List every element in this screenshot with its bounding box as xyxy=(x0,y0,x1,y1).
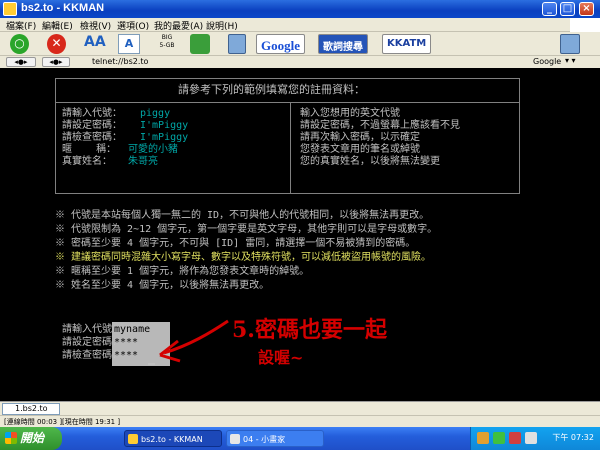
example-value: I'mPiggy xyxy=(140,132,189,143)
menu-file[interactable]: 檔案(F) xyxy=(6,19,36,32)
note-line: ※ 代號是本站每個人獨一無二的 ID，不可與他人的代號相同，以後將無法再更改。 xyxy=(55,210,430,221)
start-button[interactable]: 開始 xyxy=(0,427,62,450)
windows-flag-icon xyxy=(5,432,17,444)
window-title: bs2.to - KKMAN xyxy=(21,2,105,14)
title-bar[interactable]: bs2.to - KKMAN _ □ × xyxy=(0,0,600,18)
frame-column-divider xyxy=(290,102,291,194)
example-desc: 請設定密碼，不過螢幕上應該看不見 xyxy=(300,120,460,131)
example-label: 真實姓名： xyxy=(62,156,112,167)
example-value: piggy xyxy=(140,108,171,119)
task-label: 04 - 小畫家 xyxy=(243,435,286,444)
example-desc: 請再次輸入密碼，以示確定 xyxy=(300,132,420,143)
form-label: 請設定密碼： xyxy=(62,337,122,348)
task-label: bs2.to - KKMAN xyxy=(141,435,203,444)
annotation-text: 5.密碼也要一起 xyxy=(232,317,387,343)
note-line: ※ 暱稱至少要 1 個字元，將作為您發表文章時的綽號。 xyxy=(55,266,310,277)
menu-edit[interactable]: 編輯(E) xyxy=(42,19,73,32)
kkman-box-icon xyxy=(560,34,580,54)
stop-icon[interactable]: ✕ xyxy=(47,34,66,54)
start-label: 開始 xyxy=(20,431,45,445)
tray-icon[interactable] xyxy=(477,432,489,444)
example-value: I'mPiggy xyxy=(140,120,189,131)
system-tray: 下午 07:32 xyxy=(470,427,600,450)
note-line: ※ 密碼至少要 4 個字元，不可與 [ID] 雷同，請選擇一個不易被猜到的密碼。 xyxy=(55,238,416,249)
menu-options[interactable]: 選項(O) xyxy=(117,19,149,32)
annotation-text: 設喔~ xyxy=(258,348,304,367)
password-input[interactable]: **** xyxy=(114,337,138,349)
menu-favorites[interactable]: 我的最愛(A) xyxy=(154,19,203,32)
example-desc: 輸入您想用的英文代號 xyxy=(300,108,400,119)
big5-gb-icon[interactable]: BIG 5-GB xyxy=(155,34,179,54)
url-field[interactable]: telnet://bs2.to xyxy=(92,57,148,66)
search-engine-label[interactable]: Google xyxy=(533,57,561,66)
search-dropdown-icon[interactable]: ▾ ▾ xyxy=(565,56,576,65)
volume-icon[interactable] xyxy=(525,432,537,444)
lyrics-search-button[interactable]: 歌詞搜尋 xyxy=(318,34,368,54)
note-line: ※ 代號限制為 2~12 個字元，第一個字要是英文字母，其他字則可以是字母或數字… xyxy=(55,224,438,235)
nav-mini-button[interactable]: ◂●▸ xyxy=(6,57,36,67)
taskbar-item-paint[interactable]: 04 - 小畫家 xyxy=(226,430,324,447)
taskbar: 開始 bs2.to - KKMAN 04 - 小畫家 下午 07:32 xyxy=(0,427,600,450)
address-bar: ◂●▸ ◂●▸ telnet://bs2.to Google ▾ ▾ xyxy=(0,56,600,68)
menu-bar: 檔案(F) 編輯(E) 檢視(V) 選項(O) 我的最愛(A) 說明(H) xyxy=(0,18,600,32)
google-button[interactable]: Google xyxy=(256,34,305,54)
tab-strip: 1.bs2.to xyxy=(0,401,600,415)
example-label: 暱 稱： xyxy=(62,144,117,155)
current-time: [現在時間 19:31 ] xyxy=(62,418,121,426)
form-label: 請輸入代號： xyxy=(62,324,122,335)
status-bar: [連線時間 00:03 ] [現在時間 19:31 ] xyxy=(0,415,600,427)
example-label: 請設定密碼： xyxy=(62,120,122,131)
tab-label: 1.bs2.to xyxy=(15,404,48,413)
connect-time: [連線時間 00:03 ] xyxy=(4,418,63,426)
kkman-icon xyxy=(128,434,138,444)
frame-divider xyxy=(55,102,520,103)
menu-view[interactable]: 檢視(V) xyxy=(80,19,111,32)
puzzle-icon[interactable] xyxy=(190,34,210,54)
tab-bs2[interactable]: 1.bs2.to xyxy=(2,403,60,415)
example-desc: 您發表文章用的筆名或綽號 xyxy=(300,144,420,155)
maximize-button[interactable]: □ xyxy=(560,2,575,16)
example-label: 請檢查密碼： xyxy=(62,132,122,143)
example-value: 可愛的小豬 xyxy=(128,144,178,155)
font-icon[interactable]: A xyxy=(118,34,140,54)
tray-icon[interactable] xyxy=(493,432,505,444)
username-input[interactable]: myname xyxy=(114,324,150,336)
note-line-highlight: ※ 建議密碼同時混雜大小寫字母、數字以及特殊符號，可以減低被盜用帳號的風險。 xyxy=(55,252,432,263)
tray-icon[interactable] xyxy=(509,432,521,444)
note-line: ※ 姓名至少要 4 個字元，以後將無法再更改。 xyxy=(55,280,270,291)
app-icon xyxy=(3,2,17,16)
kkatm-button[interactable]: KKATM xyxy=(382,34,432,54)
register-header: 請參考下列的範例填寫您的註冊資料： xyxy=(178,83,365,96)
go-icon[interactable]: ○ xyxy=(10,34,29,54)
annotation-arrow-icon xyxy=(159,319,229,363)
menu-help[interactable]: 說明(H) xyxy=(206,19,238,32)
confirm-password-input[interactable]: **** xyxy=(114,350,138,362)
paint-icon xyxy=(230,434,240,444)
font-size-icon[interactable]: AA xyxy=(84,34,106,54)
minimize-button[interactable]: _ xyxy=(542,2,557,16)
toolbar: ○ ✕ AA A BIG 5-GB Google 歌詞搜尋 KKATM xyxy=(0,32,600,56)
windows-logo-icon xyxy=(570,18,600,32)
form-label: 請檢查密碼： xyxy=(62,350,122,361)
cube-icon[interactable] xyxy=(228,34,246,54)
example-label: 請輸入代號： xyxy=(62,108,122,119)
clock: 下午 07:32 xyxy=(552,433,594,442)
example-desc: 您的真實姓名，以後將無法變更 xyxy=(300,156,440,167)
close-button[interactable]: × xyxy=(579,2,594,16)
example-value: 朱哥亮 xyxy=(128,156,158,167)
nav-mini-button-2[interactable]: ◂●▸ xyxy=(42,57,70,67)
telnet-terminal[interactable]: 請參考下列的範例填寫您的註冊資料： 請輸入代號： piggy 輸入您想用的英文代… xyxy=(0,68,600,401)
taskbar-item-kkman[interactable]: bs2.to - KKMAN xyxy=(124,430,222,447)
